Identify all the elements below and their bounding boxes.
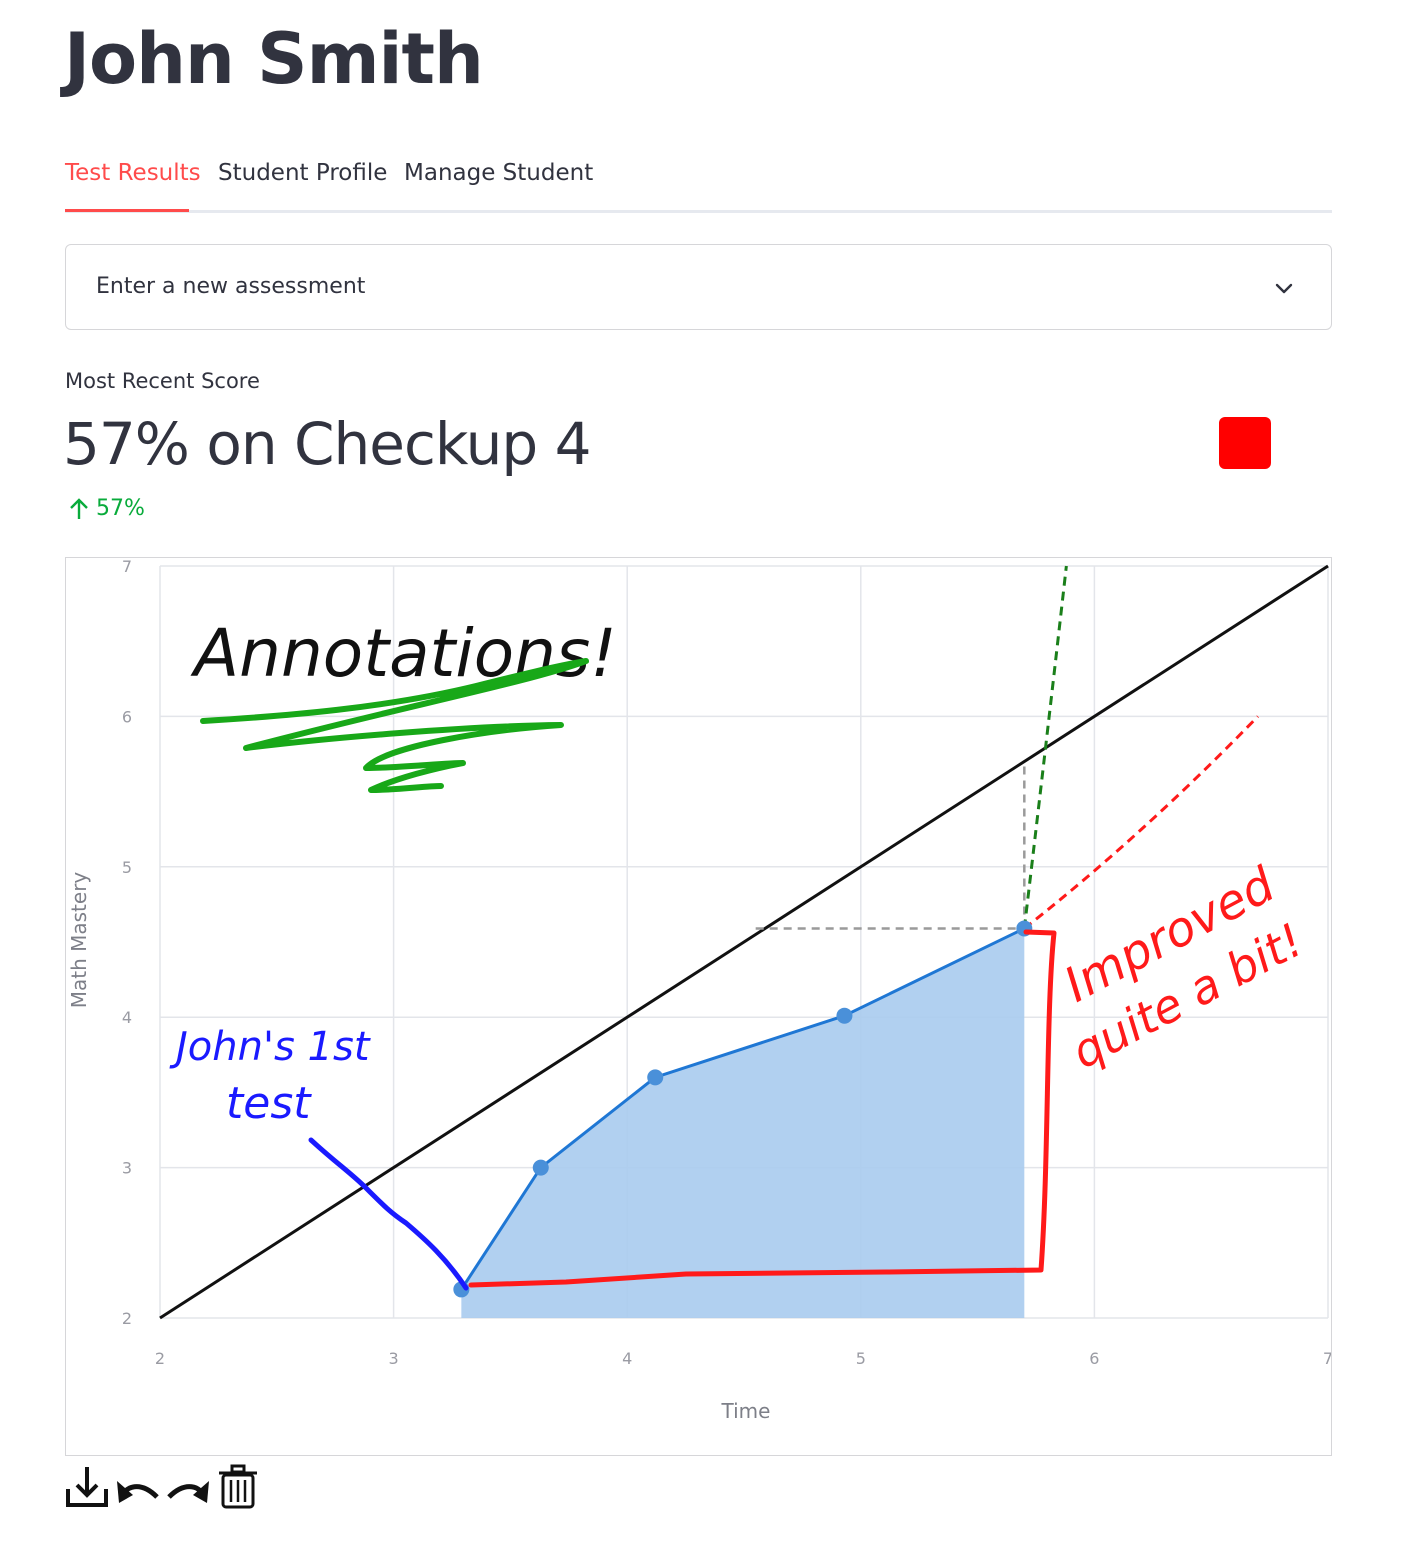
x-tick-label-5: 5 [856,1349,866,1368]
annotation-improved: Improved quite a bit! [1055,856,1312,1079]
metric-delta: 57% [68,496,145,521]
x-tick-label-7: 7 [1323,1349,1332,1368]
annotation-first-test-line1: John's 1st [169,1024,371,1070]
trash-icon[interactable] [215,1463,261,1509]
expander-label: Enter a new assessment [96,274,366,299]
tab-student-profile[interactable]: Student Profile [218,160,387,186]
y-tick-label-7: 7 [122,558,132,576]
annotation-first-test-line2: test [226,1078,312,1129]
data-point-1 [532,1159,549,1176]
metric-label: Most Recent Score [65,369,260,393]
page-title: John Smith [64,18,484,100]
tab-bar: Test Results Student Profile Manage Stud… [65,150,1332,213]
y-tick-label-3: 3 [122,1159,132,1178]
x-tick-label-6: 6 [1089,1349,1099,1368]
annotation-first-test: John's 1st test [169,1024,371,1129]
undo-icon[interactable] [115,1463,161,1509]
x-tick-label-2: 2 [155,1349,165,1368]
data-point-3 [836,1007,853,1024]
redo-icon[interactable] [165,1463,211,1509]
y-tick-label-6: 6 [122,707,132,726]
projection-line-0 [1022,565,1068,929]
series-area [461,928,1025,1318]
x-tick-label-4: 4 [622,1349,632,1368]
annotation-title: Annotations! [190,615,617,692]
status-indicator [1219,417,1271,469]
annotation-canvas[interactable]: 2 3 4 5 6 7 2 3 4 5 6 7 Time Math Mastery Annotatio… [65,557,1332,1456]
arrow-up-icon [70,497,88,519]
metric-value: 57% on Checkup 4 [63,410,592,478]
y-tick-label-2: 2 [122,1309,132,1328]
metric-delta-value: 57% [96,496,145,521]
blue-arrow-stroke [308,1137,469,1291]
x-axis-title: Time [721,1399,771,1423]
data-point-2 [647,1069,664,1086]
chevron-down-icon [1275,283,1293,294]
y-axis-title: Math Mastery [67,872,91,1009]
canvas-toolbar [65,1463,261,1509]
series-fill-area [461,928,1025,1318]
tab-test-results[interactable]: Test Results [65,160,201,186]
annotation-title-text: Annotations! [190,615,617,692]
active-tab-indicator [65,209,189,212]
download-icon[interactable] [65,1463,111,1509]
tab-manage-student[interactable]: Manage Student [404,160,593,186]
x-tick-label-3: 3 [389,1349,399,1368]
y-tick-label-4: 4 [122,1008,132,1027]
y-tick-label-5: 5 [122,858,132,877]
new-assessment-expander[interactable]: Enter a new assessment [65,244,1332,330]
mastery-chart: 2 3 4 5 6 7 2 3 4 5 6 7 Time Math Mastery Annotatio… [67,558,1332,1423]
